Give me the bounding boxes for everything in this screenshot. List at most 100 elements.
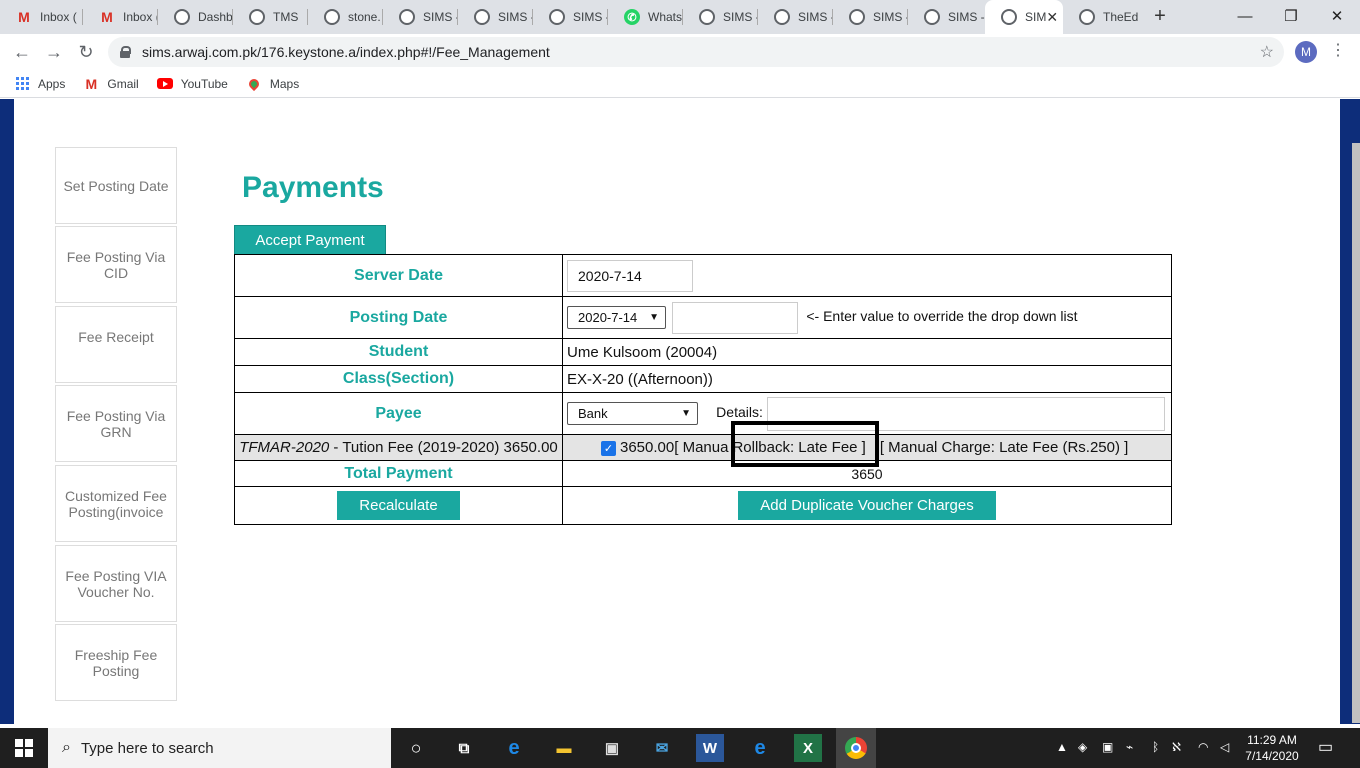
- browser-toolbar: ← → ↻ sims.arwaj.com.pk/176.keystone.a/i…: [0, 34, 1360, 70]
- fee-amount: 3650.00: [620, 439, 675, 456]
- tab-sims-3[interactable]: SIMS -: [533, 0, 608, 34]
- taskbar-search[interactable]: ⌕ Type here to search: [48, 728, 391, 768]
- windows-logo-icon: [15, 739, 33, 757]
- payment-form-table: Server Date 2020-7-14 Posting Date 2020-…: [234, 254, 1172, 525]
- bookmark-gmail[interactable]: M Gmail: [83, 75, 139, 92]
- chrome-icon[interactable]: [836, 728, 876, 768]
- recalculate-button[interactable]: Recalculate: [337, 491, 460, 520]
- add-duplicate-voucher-charges-button[interactable]: Add Duplicate Voucher Charges: [738, 491, 996, 520]
- new-tab-button[interactable]: +: [1148, 4, 1172, 28]
- tab-sims-6[interactable]: SIMS -: [833, 0, 908, 34]
- fee-item-description: TFMAR-2020 - Tution Fee (2019-2020) 3650…: [234, 434, 563, 461]
- fee-manual-charge: [ Manual Charge: Late Fee (Rs.250) ]: [879, 439, 1129, 456]
- word-icon[interactable]: W: [696, 734, 724, 762]
- server-date-cell: 2020-7-14: [562, 254, 1172, 297]
- bookmark-maps[interactable]: Maps: [246, 76, 299, 92]
- fee-rollback-late-fee[interactable]: Rollback: Late Fee ]: [732, 439, 865, 456]
- globe-icon: [924, 9, 940, 25]
- server-date-label: Server Date: [234, 254, 563, 297]
- gmail-icon: M: [101, 9, 113, 25]
- globe-icon: [549, 9, 565, 25]
- profile-avatar[interactable]: M: [1295, 41, 1317, 63]
- page-content: Set Posting Date Fee Posting Via CID Fee…: [14, 99, 1340, 724]
- sidebar-item-fee-posting-via-grn[interactable]: Fee Posting Via GRN: [55, 385, 177, 462]
- payee-select[interactable]: Bank ▼: [567, 402, 698, 425]
- payee-cell: Bank ▼ Details:: [562, 392, 1172, 435]
- globe-icon: [1079, 9, 1095, 25]
- tab-whatsapp[interactable]: ✆ Whats: [608, 0, 683, 34]
- sidebar-item-customized-fee-posting[interactable]: Customized Fee Posting(invoice: [55, 465, 177, 542]
- close-window-button[interactable]: ✕: [1314, 0, 1360, 32]
- sidebar-item-set-posting-date[interactable]: Set Posting Date: [55, 147, 177, 224]
- server-date-field[interactable]: 2020-7-14: [567, 259, 693, 292]
- duplicate-cell: Add Duplicate Voucher Charges: [562, 486, 1172, 525]
- page-title: Payments: [242, 171, 384, 204]
- sidebar-item-fee-posting-via-cid[interactable]: Fee Posting Via CID: [55, 226, 177, 303]
- tab-stone[interactable]: stone.: [308, 0, 383, 34]
- posting-date-hint: <- Enter value to override the drop down…: [806, 308, 1078, 325]
- restore-button[interactable]: ❐: [1268, 0, 1314, 32]
- internet-explorer-icon[interactable]: e: [746, 734, 774, 762]
- reload-icon[interactable]: ↻: [74, 40, 98, 64]
- start-button[interactable]: [0, 728, 48, 768]
- wifi-icon[interactable]: ◠: [1198, 740, 1208, 754]
- posting-date-override-input[interactable]: [672, 301, 799, 334]
- cortana-icon[interactable]: ○: [402, 734, 430, 762]
- excel-icon[interactable]: X: [794, 734, 822, 762]
- bookmark-youtube[interactable]: YouTube: [156, 76, 228, 92]
- input-method-icon[interactable]: ℵ: [1172, 740, 1181, 754]
- menu-icon[interactable]: ⋮: [1330, 40, 1346, 60]
- bluetooth-icon[interactable]: ᛒ: [1152, 740, 1159, 754]
- tab-tms[interactable]: TMS: [233, 0, 308, 34]
- lock-icon: [120, 46, 131, 58]
- tab-accept-payment[interactable]: Accept Payment: [234, 225, 386, 255]
- globe-icon: [699, 9, 715, 25]
- gmail-icon: M: [85, 75, 98, 92]
- file-explorer-icon[interactable]: ▬: [550, 734, 578, 762]
- globe-icon: [849, 9, 865, 25]
- tab-sims-5[interactable]: SIMS -: [758, 0, 833, 34]
- globe-icon: [399, 9, 415, 25]
- fee-item-checkbox[interactable]: ✓: [601, 440, 616, 456]
- apps-grid-icon: [14, 76, 30, 92]
- scrollbar[interactable]: [1352, 143, 1360, 723]
- tray-display-icon[interactable]: ▣: [1102, 740, 1113, 754]
- class-section-label: Class(Section): [234, 365, 563, 393]
- sidebar-item-fee-posting-via-voucher[interactable]: Fee Posting VIA Voucher No.: [55, 545, 177, 622]
- sidebar-item-freeship-fee-posting[interactable]: Freeship Fee Posting: [55, 624, 177, 701]
- posting-date-select[interactable]: 2020-7-14 ▼: [567, 306, 666, 329]
- bookmark-apps[interactable]: Apps: [14, 76, 65, 92]
- tray-network-icon[interactable]: ⌁: [1126, 740, 1133, 754]
- total-payment-value: 3650: [562, 460, 1172, 487]
- globe-icon: [324, 9, 340, 25]
- address-bar[interactable]: sims.arwaj.com.pk/176.keystone.a/index.p…: [108, 37, 1284, 67]
- task-view-icon[interactable]: ⧉: [450, 734, 478, 762]
- details-input[interactable]: [767, 396, 1166, 431]
- close-tab-icon[interactable]: ✕: [1046, 9, 1058, 26]
- tray-app-icon[interactable]: ◈: [1078, 740, 1087, 754]
- minimize-button[interactable]: —: [1222, 0, 1268, 32]
- store-icon[interactable]: ▣: [598, 734, 626, 762]
- mail-icon[interactable]: ✉: [648, 734, 676, 762]
- tab-dashboard[interactable]: Dashb: [158, 0, 233, 34]
- tab-sims-active[interactable]: SIM ✕: [985, 0, 1063, 34]
- sidebar-item-fee-receipt[interactable]: Fee Receipt: [55, 306, 177, 383]
- system-clock[interactable]: 11:29 AM 7/14/2020: [1232, 732, 1312, 764]
- notifications-icon[interactable]: ▭: [1318, 737, 1333, 757]
- gmail-icon: M: [18, 9, 30, 25]
- tab-sims-2[interactable]: SIMS -: [458, 0, 533, 34]
- tab-sims-1[interactable]: SIMS -: [383, 0, 458, 34]
- star-icon[interactable]: ☆: [1260, 42, 1274, 62]
- fee-manual-prefix: [ Manua: [674, 439, 729, 456]
- tab-inbox-1[interactable]: M Inbox (: [0, 0, 83, 34]
- edge-icon[interactable]: e: [500, 734, 528, 762]
- back-icon[interactable]: ←: [10, 40, 34, 64]
- tab-sims-4[interactable]: SIMS -: [683, 0, 758, 34]
- tab-sims-7[interactable]: SIMS -: [908, 0, 985, 34]
- forward-icon[interactable]: →: [42, 40, 66, 64]
- tray-people-icon[interactable]: ▲: [1056, 740, 1068, 754]
- volume-icon[interactable]: ◁: [1220, 740, 1229, 754]
- tab-inbox-2[interactable]: M Inbox (: [83, 0, 158, 34]
- tab-theed[interactable]: TheEd: [1063, 0, 1138, 34]
- maps-pin-icon: [246, 76, 262, 92]
